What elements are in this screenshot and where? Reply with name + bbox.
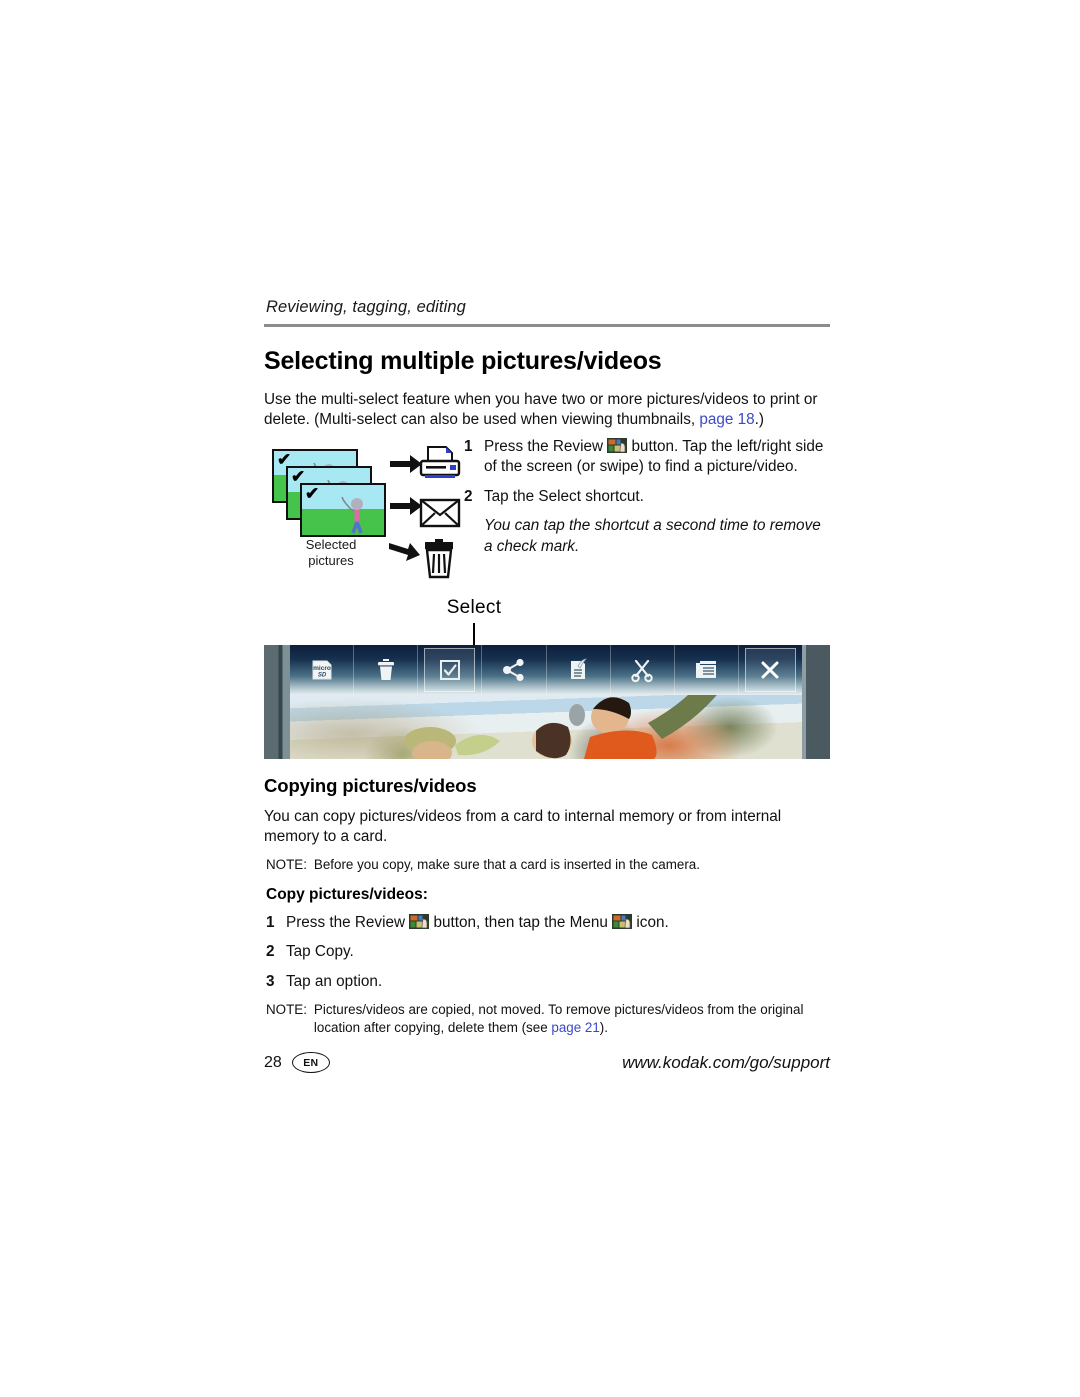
- toolbar-item-tag[interactable]: [547, 644, 611, 695]
- step-text: Tap the Select shortcut.: [484, 487, 644, 505]
- select-callout: Select: [414, 596, 534, 647]
- multi-select-illustration: ✔ ✔ ✔ Selected pictures: [264, 439, 461, 587]
- header-rule: [264, 324, 830, 327]
- step-number: 1: [464, 437, 473, 455]
- language-badge: EN: [291, 1052, 330, 1073]
- step-note-italic: You can tap the shortcut a second time t…: [484, 517, 821, 555]
- callout-label: Select: [446, 596, 502, 618]
- step-text: Press the Review button, then tap the Me…: [286, 913, 830, 933]
- step-text-before-icon: Press the Review: [484, 437, 608, 455]
- support-url[interactable]: www.kodak.com/go/support: [622, 1053, 830, 1073]
- copying-intro-paragraph: You can copy pictures/videos from a card…: [264, 807, 782, 846]
- step-item: 3 Tap an option.: [266, 972, 830, 992]
- caption-line-2: pictures: [308, 552, 354, 568]
- menu-list-icon: [696, 660, 717, 678]
- toolbar-item-microsd[interactable]: micro SD: [290, 644, 355, 695]
- camera-toolbar: micro SD: [290, 644, 802, 695]
- running-header: Reviewing, tagging, editing: [266, 298, 466, 316]
- intro-text-part2: .): [754, 411, 764, 429]
- selecting-steps: 1 Press the Review button. Tap the left/…: [464, 437, 830, 561]
- device-bezel-right: [802, 644, 830, 759]
- page-18-link[interactable]: page 18: [699, 411, 754, 428]
- checkbox-select-icon: [439, 659, 460, 680]
- destination-icons: [416, 445, 464, 579]
- toolbar-item-select[interactable]: [418, 644, 483, 695]
- selected-photo-stack: ✔ ✔ ✔: [272, 448, 396, 537]
- section-title-copying: Copying pictures/videos: [264, 774, 477, 796]
- selecting-intro-paragraph: Use the multi-select feature when you ha…: [264, 390, 830, 431]
- printer-icon: [419, 445, 461, 478]
- note-label: NOTE:: [266, 857, 307, 873]
- toolbar-item-crop[interactable]: [611, 644, 675, 695]
- note-card-inserted: NOTE: Before you copy, make sure that a …: [266, 856, 830, 873]
- page-number: 28: [264, 1053, 282, 1071]
- envelope-icon: [419, 498, 461, 527]
- trash-icon: [425, 538, 453, 578]
- toolbar-item-menu[interactable]: [675, 644, 739, 695]
- step-item: 2 Tap the Select shortcut.: [464, 487, 830, 507]
- camera-screen: micro SD: [290, 644, 802, 759]
- golfer-figure-icon: [341, 496, 363, 534]
- review-button-icon: [607, 437, 628, 453]
- copy-step1-after: icon.: [632, 913, 669, 931]
- step-number: 2: [266, 943, 275, 961]
- steps-list: 1 Press the Review button. Tap the left/…: [464, 437, 830, 507]
- scissors-crop-icon: [631, 659, 653, 682]
- microsd-card-icon: micro SD: [312, 660, 332, 680]
- step-number: 3: [266, 972, 275, 990]
- svg-text:micro: micro: [313, 665, 331, 672]
- copy-step1-before: Press the Review: [286, 913, 410, 931]
- note-body: Pictures/videos are copied, not moved. T…: [314, 1001, 830, 1036]
- step-number: 2: [464, 487, 473, 505]
- step-item: 2 Tap Copy.: [266, 942, 830, 962]
- step-number: 1: [266, 913, 275, 931]
- step-item: 1 Press the Review button. Tap the left/…: [464, 437, 830, 478]
- copy-steps-list: 1 Press the Review button, then tap the …: [266, 913, 830, 992]
- step-text: Press the Review button. Tap the left/ri…: [484, 437, 830, 478]
- page-21-link[interactable]: page 21: [551, 1020, 599, 1035]
- svg-text:SD: SD: [317, 672, 326, 678]
- toolbar-item-share[interactable]: [482, 644, 547, 695]
- close-x-icon: [761, 661, 779, 679]
- page-footer: 28 EN www.kodak.com/go/support: [264, 1052, 830, 1073]
- illustration-caption: Selected pictures: [276, 537, 386, 570]
- menu-button-icon: [612, 913, 633, 929]
- copy-procedure-heading: Copy pictures/videos:: [266, 885, 428, 903]
- edit-tag-icon: [571, 658, 588, 679]
- photo-check-mark: ✔: [305, 483, 320, 503]
- callout-leader-line: [473, 622, 475, 647]
- step-item: 1 Press the Review button, then tap the …: [266, 913, 830, 933]
- camera-screen-figure: Select micro SD: [264, 596, 830, 759]
- trash-icon: [377, 658, 394, 680]
- toolbar-item-close[interactable]: [739, 645, 802, 695]
- device-bezel-left: [264, 644, 290, 759]
- document-page: Reviewing, tagging, editing Selecting mu…: [0, 0, 1080, 1397]
- page-content: Reviewing, tagging, editing Selecting mu…: [264, 298, 830, 1040]
- note-body: Before you copy, make sure that a card i…: [313, 857, 700, 873]
- photo-thumbnail: ✔: [300, 482, 386, 537]
- note2-part2: ).: [599, 1019, 608, 1035]
- caption-line-1: Selected: [305, 536, 357, 552]
- figure-and-steps-row: ✔ ✔ ✔ Selected pictures 1 Press the Revi…: [264, 437, 830, 587]
- note-label: NOTE:: [266, 1002, 307, 1018]
- copy-step1-mid: button, then tap the Menu: [429, 913, 613, 931]
- step-text: Tap an option.: [286, 972, 383, 990]
- section-title-selecting: Selecting multiple pictures/videos: [264, 347, 662, 375]
- note-copied-not-moved: NOTE: Pictures/videos are copied, not mo…: [266, 1001, 830, 1036]
- step-text: Tap Copy.: [286, 943, 354, 961]
- share-icon: [502, 658, 524, 681]
- toolbar-item-delete[interactable]: [354, 644, 419, 695]
- review-button-icon: [409, 913, 430, 929]
- camera-device: micro SD: [264, 644, 830, 759]
